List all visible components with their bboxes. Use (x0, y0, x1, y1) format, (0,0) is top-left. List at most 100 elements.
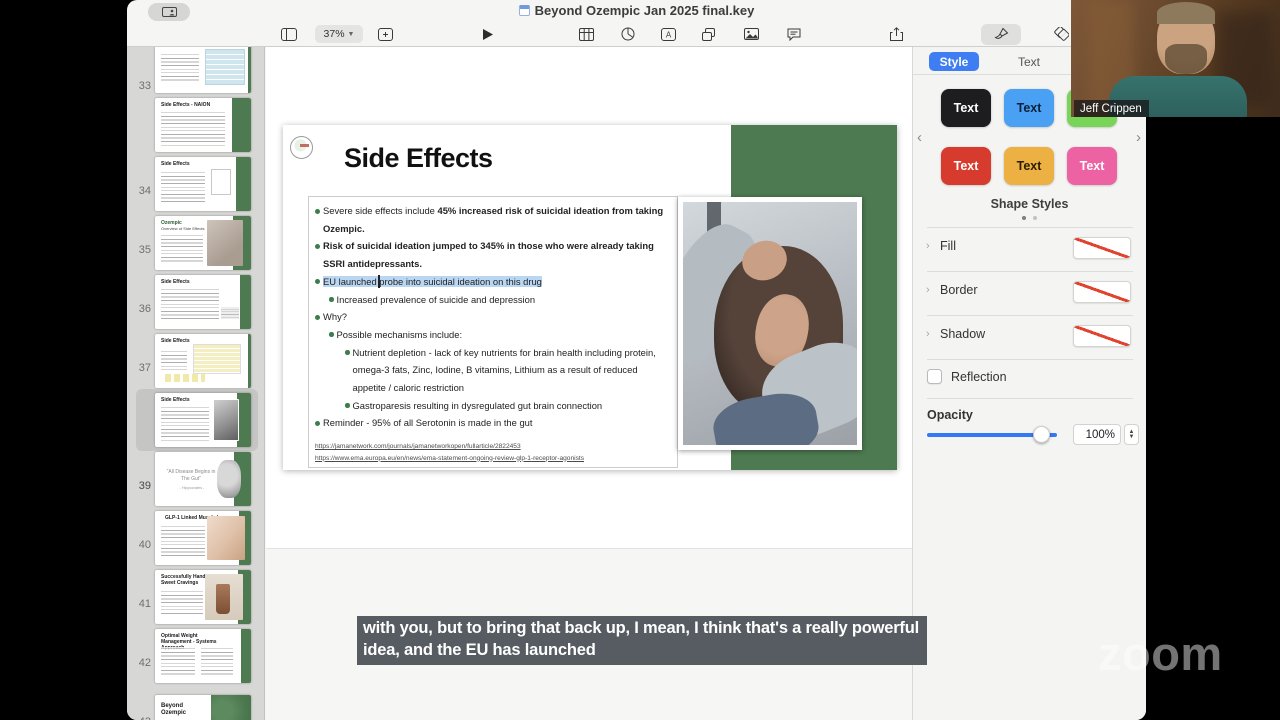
slide-photo[interactable] (678, 197, 862, 450)
thumb-title: Successfully Handle Sweet Cravings (161, 574, 210, 586)
media-button[interactable] (742, 25, 760, 43)
green-band (241, 629, 251, 683)
text-style-swatch-pink[interactable]: Text (1067, 147, 1117, 185)
bullet-item: Risk of suicidal ideation jumped to 345%… (315, 237, 671, 272)
slide-navigator: 33 Side Effects 34 Side Effects - NAION … (127, 47, 265, 720)
thumb-subtitle: - Hippocrates - (179, 486, 205, 490)
slide-number: 39 (138, 480, 151, 492)
page-dots (913, 216, 1146, 220)
slide-title: Side Effects (344, 143, 493, 173)
bullet-item: Why? (315, 308, 671, 326)
green-band (232, 98, 251, 152)
milkshake-glass (216, 584, 230, 614)
shadow-row-label[interactable]: Shadow (940, 327, 985, 341)
opacity-slider-knob[interactable] (1033, 426, 1050, 443)
thumb-title: Beyond Ozempic (161, 703, 187, 716)
participant-name-tag: Jeff Crippen (1074, 100, 1149, 117)
tab-style[interactable]: Style (929, 52, 979, 71)
thumb-title: Side Effects (161, 161, 190, 167)
bullet-item: Increased prevalence of suicide and depr… (315, 291, 671, 309)
green-band (248, 334, 251, 388)
slide-thumbnail-42[interactable]: Successfully Handle Sweet Cravings (155, 570, 251, 624)
bullet-dot (315, 314, 320, 320)
play-button[interactable] (479, 25, 497, 43)
text-lines (161, 234, 203, 264)
slide-thumbnail-40[interactable]: "All Disease Begins in The Gut" - Hippoc… (155, 452, 251, 506)
slide-thumbnail-36[interactable]: Ozempic Overview of Side Effects (155, 216, 251, 270)
animate-button[interactable] (1051, 25, 1069, 43)
titlebar: Beyond Ozempic Jan 2025 final.key (127, 0, 1146, 22)
add-slide-button[interactable] (376, 25, 394, 43)
mini-box (211, 169, 231, 195)
person-beard (1165, 44, 1207, 74)
zoom-level-dropdown[interactable]: 37% ▼ (315, 25, 363, 43)
shape-button[interactable] (700, 25, 718, 43)
mini-statue (217, 460, 241, 498)
disclosure-chevron-icon[interactable]: › (926, 284, 930, 296)
mini-table (205, 49, 245, 85)
view-sidebar-button[interactable] (280, 25, 298, 43)
text-button[interactable]: A (659, 25, 677, 43)
reflection-checkbox[interactable] (927, 369, 942, 384)
table-button[interactable] (577, 25, 595, 43)
text-style-swatch-black[interactable]: Text (941, 89, 991, 127)
shape-styles-header: Shape Styles (990, 197, 1069, 211)
format-button[interactable] (981, 24, 1021, 45)
bullet-dot (345, 350, 350, 355)
text-lines (161, 590, 203, 616)
slide-thumbnail-38[interactable]: Side Effects (155, 334, 251, 388)
text-style-swatch-blue[interactable]: Text (1004, 89, 1054, 127)
link[interactable]: https://jamanetwork.com/journals/jamanet… (315, 441, 584, 453)
link[interactable]: https://www.ema.europa.eu/en/news/ema-st… (315, 453, 584, 465)
slide-thumbnail-39[interactable]: Side Effects (155, 393, 251, 447)
bullet-item: Gastroparesis resulting in dysregulated … (315, 397, 671, 415)
current-slide[interactable]: Side Effects Severe side effects include… (283, 125, 897, 470)
chevron-right-icon[interactable]: › (1136, 129, 1141, 146)
slide-thumbnail-44[interactable]: Beyond Ozempic (155, 695, 251, 720)
mini-highlight-table (193, 344, 241, 374)
document-icon (518, 5, 530, 16)
webcam-video[interactable]: Jeff Crippen (1071, 0, 1280, 117)
bullet-dot (329, 332, 334, 337)
border-none-swatch[interactable] (1073, 281, 1131, 303)
slide-number: 41 (138, 598, 151, 610)
share-button[interactable] (887, 25, 905, 43)
text-style-swatch-orange[interactable]: Text (1004, 147, 1054, 185)
divider (927, 227, 1133, 228)
slide-text-box[interactable]: Severe side effects include 45% increase… (308, 196, 678, 468)
shadow-none-swatch[interactable] (1073, 325, 1131, 347)
slide-thumbnail-43[interactable]: Optimal Weight Management - Systems Appr… (155, 629, 251, 683)
mini-photo (207, 516, 245, 560)
text-lines (161, 53, 199, 83)
slide-thumbnail-33[interactable]: Side Effects (155, 47, 251, 93)
text-style-swatch-red[interactable]: Text (941, 147, 991, 185)
chart-button[interactable] (619, 25, 637, 43)
stepper-down-icon[interactable]: ▼ (1129, 434, 1135, 440)
slide-number: 35 (138, 244, 151, 256)
chevron-down-icon: ▼ (347, 30, 355, 38)
thumb-title: Side Effects (161, 47, 190, 49)
fill-none-swatch[interactable] (1073, 237, 1131, 259)
comment-button[interactable] (785, 25, 803, 43)
slide-thumbnail-35[interactable]: Side Effects (155, 157, 251, 211)
slide-number: 37 (138, 362, 151, 374)
slide-thumbnail-37[interactable]: Side Effects (155, 275, 251, 329)
bullet-dot (315, 243, 320, 249)
slide-thumbnail-41[interactable]: GLP-1 Linked Muscle Loss (155, 511, 251, 565)
screen: Beyond Ozempic Jan 2025 final.key 37%▼ (0, 0, 1280, 720)
fill-row-label[interactable]: Fill (940, 239, 956, 253)
disclosure-chevron-icon[interactable]: › (926, 328, 930, 340)
slide-thumbnail-34[interactable]: Side Effects - NAION (155, 98, 251, 152)
disclosure-chevron-icon[interactable]: › (926, 240, 930, 252)
bullet-item-selected: EU launched probe into suicidal ideation… (315, 273, 671, 291)
border-row-label[interactable]: Border (940, 283, 978, 297)
green-band (240, 275, 251, 329)
chevron-left-icon[interactable]: ‹ (917, 129, 922, 146)
opacity-stepper[interactable]: ▲ ▼ (1124, 424, 1139, 445)
slide-number: 34 (138, 185, 151, 197)
bullet-item: Nutrient depletion - lack of key nutrien… (315, 344, 671, 397)
tab-text[interactable]: Text (1004, 52, 1054, 71)
opacity-value[interactable]: 100% (1073, 424, 1121, 445)
bullet-dot (345, 403, 350, 408)
mini-photo (205, 574, 243, 620)
